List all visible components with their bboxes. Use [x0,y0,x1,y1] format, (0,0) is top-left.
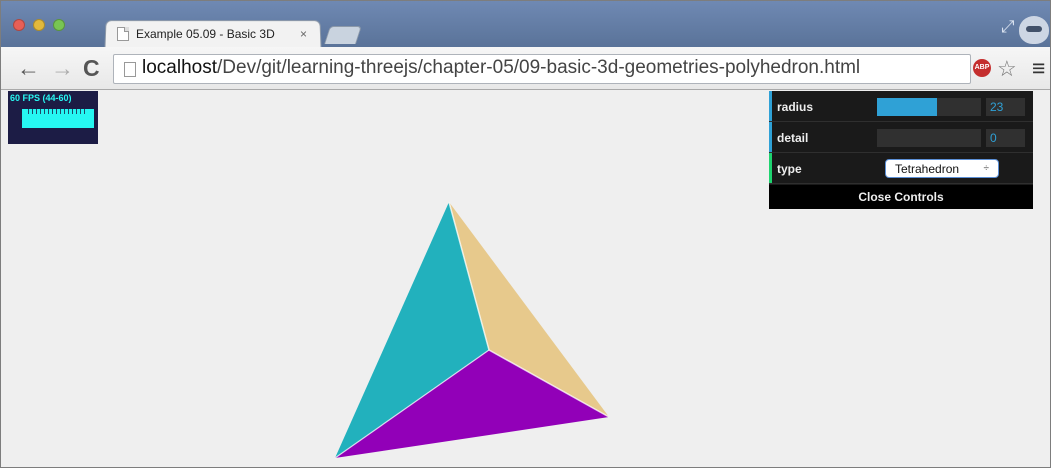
url-host: localhost [142,57,217,78]
detail-label: detail [777,131,809,145]
browser-window: Example 05.09 - Basic 3D × ⤢ ← → C local… [0,0,1051,468]
new-tab-button[interactable] [324,26,362,44]
back-button[interactable]: ← [17,56,40,80]
tab-close-icon[interactable]: × [300,27,307,41]
radius-slider[interactable] [877,98,981,116]
minimize-window-icon[interactable] [33,19,45,31]
detail-control: detail 0 [769,122,1033,153]
url-path: /Dev/git/learning-threejs/chapter-05/09-… [217,57,861,78]
adblock-icon[interactable]: ABP [973,59,991,77]
radius-label: radius [777,100,814,114]
bookmark-star-icon[interactable]: ☆ [997,56,1017,82]
detail-value-input[interactable]: 0 [986,129,1025,147]
radius-slider-fill [877,98,937,116]
address-bar[interactable]: localhost/Dev/git/learning-threejs/chapt… [113,54,971,84]
radius-control: radius 23 [769,91,1033,122]
type-selected-value: Tetrahedron [895,162,960,176]
fps-label: 60 FPS (44-60) [10,93,72,103]
fps-graph [22,109,94,128]
url-text: localhost/Dev/git/learning-threejs/chapt… [142,57,860,79]
type-select[interactable]: Tetrahedron ÷ [885,159,999,178]
type-control: type Tetrahedron ÷ [769,153,1033,184]
radius-value-input[interactable]: 23 [986,98,1025,116]
detail-accent [769,122,772,152]
radius-accent [769,91,772,121]
forward-button[interactable]: → [51,56,74,80]
detail-slider[interactable] [877,129,981,147]
page-icon [124,62,136,77]
incognito-icon [1019,16,1049,44]
type-label: type [777,162,802,176]
zoom-window-icon[interactable] [53,19,65,31]
webgl-viewport[interactable]: 60 FPS (44-60) radius 23 detail 0 type T… [1,90,1050,467]
control-panel: radius 23 detail 0 type Tetrahedron ÷ Cl… [769,91,1033,209]
window-controls [13,19,65,31]
close-controls-button[interactable]: Close Controls [769,185,1033,209]
menu-icon[interactable]: ≡ [1032,55,1045,82]
type-accent [769,153,772,183]
select-arrows-icon: ÷ [983,163,990,174]
fps-stats-panel[interactable]: 60 FPS (44-60) [8,91,98,144]
tab-title: Example 05.09 - Basic 3D [136,27,275,41]
fullscreen-icon[interactable]: ⤢ [1001,17,1015,37]
tab-content: Example 05.09 - Basic 3D × [117,25,307,43]
close-window-icon[interactable] [13,19,25,31]
page-icon [117,27,129,41]
reload-button[interactable]: C [83,56,100,80]
titlebar: Example 05.09 - Basic 3D × ⤢ [1,1,1050,48]
